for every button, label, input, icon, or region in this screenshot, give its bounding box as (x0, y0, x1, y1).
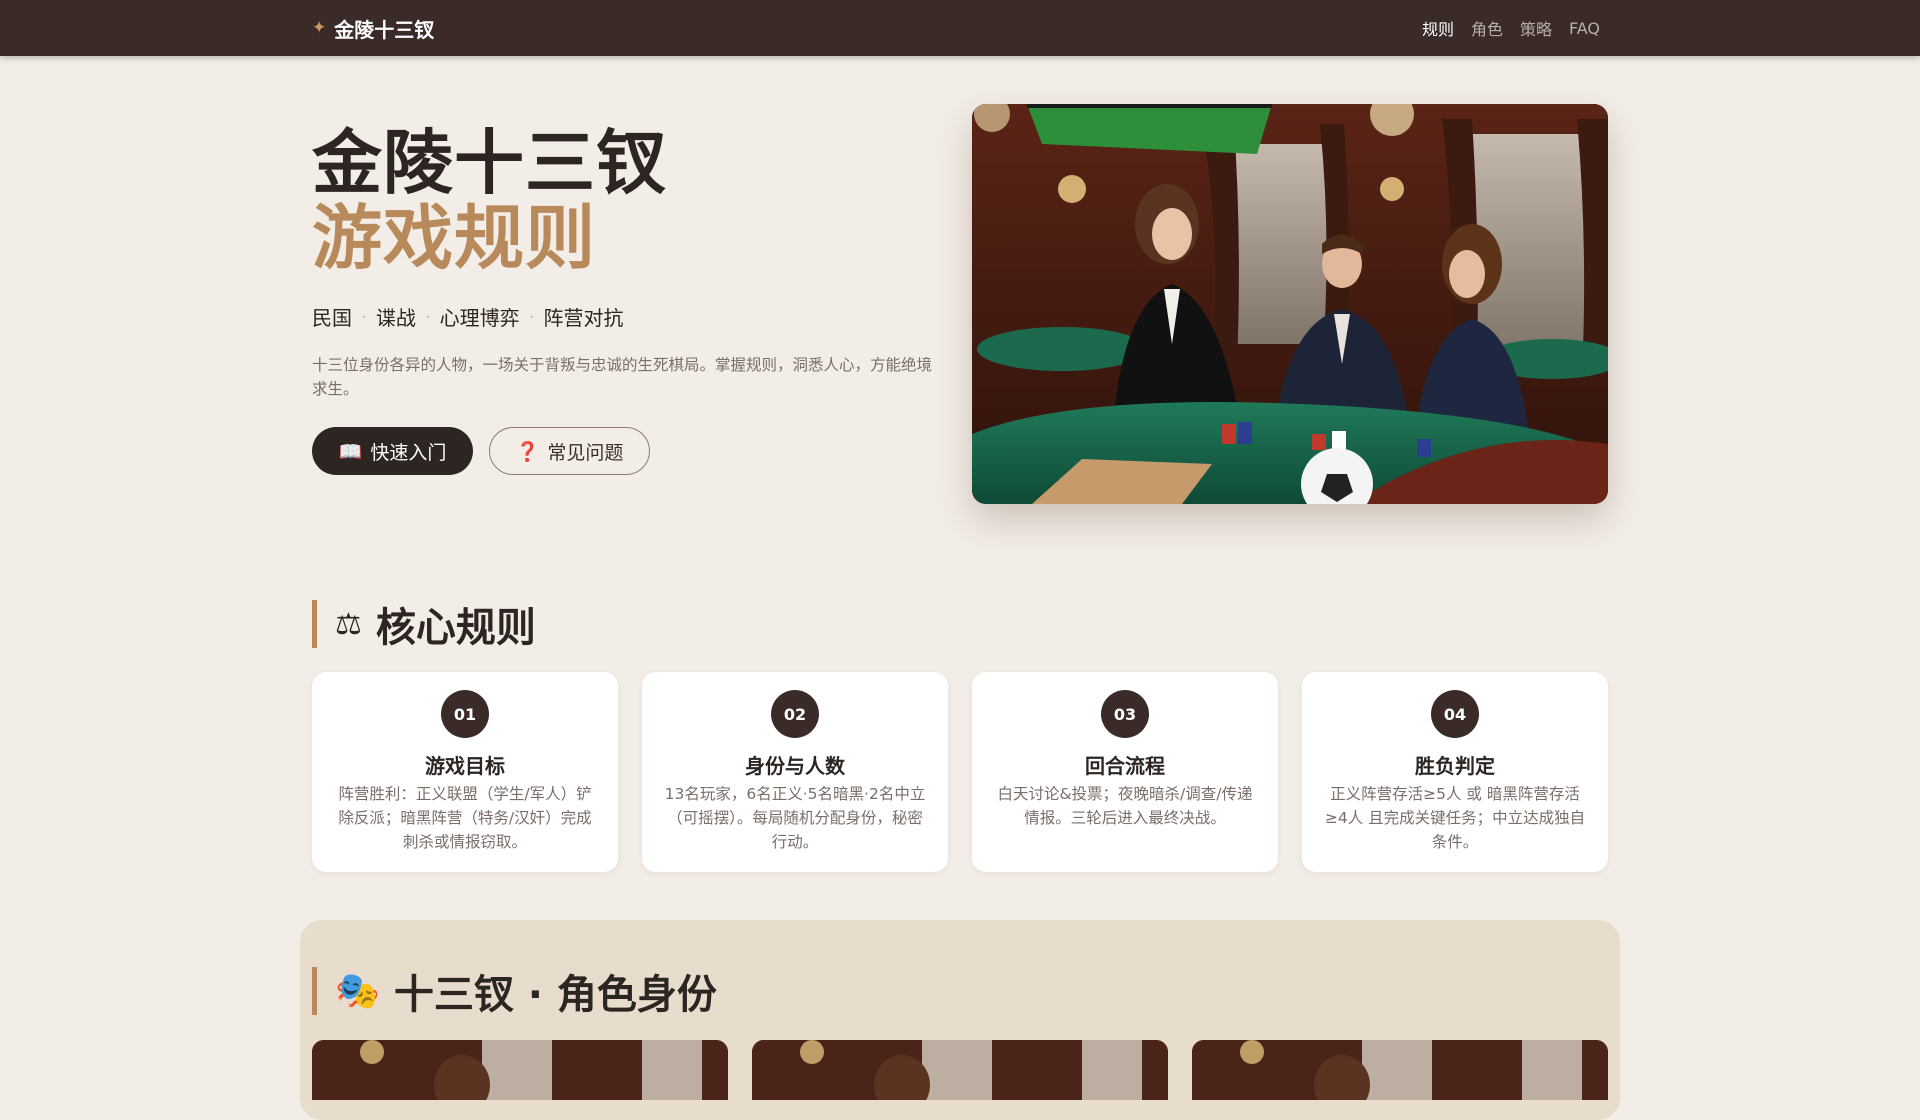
rule-card-text: 正义阵营存活≥5人 或 暗黑阵营存活≥4人 且完成关键任务；中立达成独自条件。 (1324, 785, 1586, 851)
rule-card-title: 游戏目标 (425, 754, 505, 778)
rule-card-title: 身份与人数 (745, 754, 845, 778)
hero-image (972, 104, 1608, 504)
faq-label: 常见问题 (547, 441, 624, 464)
nav-links: 规则 角色 策略 FAQ (1422, 0, 1600, 56)
question-icon: ❓ (515, 440, 540, 463)
rule-number-badge: 02 (771, 690, 819, 738)
nav-link-strategy[interactable]: 策略 (1520, 16, 1552, 40)
hero-description: 十三位身份各异的人物，一场关于背叛与忠诚的生死棋局。掌握规则，洞悉人心，方能绝境… (312, 356, 933, 398)
tag-separator: · (529, 309, 534, 324)
hero-tags: 民国 · 谍战 · 心理博弈 · 阵营对抗 (312, 302, 623, 331)
theater-masks-icon: 🎭 (335, 971, 380, 1012)
nav-link-rules[interactable]: 规则 (1422, 16, 1454, 40)
quick-start-label: 快速入门 (370, 441, 447, 464)
rule-card-identity: 02 身份与人数 13名玩家，6名正义·5名暗黑·2名中立（可摇摆）。每局随机分… (642, 672, 948, 872)
rules-section-header: ⚖ 核心规则 (312, 600, 536, 651)
rule-card-text: 阵营胜利：正义联盟（学生/军人）铲除反派；暗黑阵营（特务/汉奸）完成刺杀或情报窃… (338, 785, 592, 851)
nav-link-roles[interactable]: 角色 (1471, 16, 1503, 40)
rule-card-victory: 04 胜负判定 正义阵营存活≥5人 或 暗黑阵营存活≥4人 且完成关键任务；中立… (1302, 672, 1608, 872)
hero-subtitle: 游戏规则 (312, 197, 596, 279)
scale-icon: ⚖ (335, 606, 362, 642)
quick-start-button[interactable]: 📖 快速入门 (312, 427, 473, 475)
top-navbar: ✦ 金陵十三钗 规则 角色 策略 FAQ (0, 0, 1920, 56)
rule-card-title: 胜负判定 (1415, 754, 1495, 778)
tag-separator: · (362, 309, 366, 324)
tag: 阵营对抗 (543, 306, 624, 330)
rules-section-title: 核心规则 (375, 605, 536, 651)
role-card[interactable] (1192, 1040, 1608, 1100)
rule-card-text: 13名玩家，6名正义·5名暗黑·2名中立（可摇摆）。每局随机分配身份，秘密行动。 (664, 785, 926, 851)
rule-card-goal: 01 游戏目标 阵营胜利：正义联盟（学生/军人）铲除反派；暗黑阵营（特务/汉奸）… (312, 672, 618, 872)
brand[interactable]: ✦ 金陵十三钗 (312, 0, 434, 56)
section-accent-bar (312, 967, 317, 1015)
hero-title: 金陵十三钗 (312, 122, 667, 204)
book-icon: 📖 (338, 440, 363, 463)
sparkle-icon: ✦ (312, 18, 327, 38)
rule-number-badge: 04 (1431, 690, 1479, 738)
section-accent-bar (312, 600, 317, 648)
faq-button[interactable]: ❓ 常见问题 (489, 427, 650, 475)
role-card-image (1192, 1040, 1608, 1100)
rule-card-title: 回合流程 (1085, 754, 1165, 778)
role-card-image (312, 1040, 728, 1100)
role-card[interactable] (752, 1040, 1168, 1100)
rule-number-badge: 01 (441, 690, 489, 738)
tag: 谍战 (375, 306, 416, 330)
tag-separator: · (425, 309, 430, 324)
rule-card-rounds: 03 回合流程 白天讨论&投票；夜晚暗杀/调查/传递情报。三轮后进入最终决战。 (972, 672, 1278, 872)
rule-card-text: 白天讨论&投票；夜晚暗杀/调查/传递情报。三轮后进入最终决战。 (997, 785, 1253, 827)
tag: 心理博弈 (439, 306, 520, 330)
role-card[interactable] (312, 1040, 728, 1100)
roles-section-header: 🎭 十三钗 · 角色身份 (312, 967, 717, 1018)
tag: 民国 (312, 306, 352, 330)
rule-number-badge: 03 (1101, 690, 1149, 738)
casino-scene-illustration (972, 104, 1608, 504)
roles-section-title: 十三钗 · 角色身份 (393, 972, 717, 1018)
brand-name: 金陵十三钗 (334, 17, 435, 42)
role-card-image (752, 1040, 1168, 1100)
nav-link-faq[interactable]: FAQ (1569, 19, 1600, 38)
